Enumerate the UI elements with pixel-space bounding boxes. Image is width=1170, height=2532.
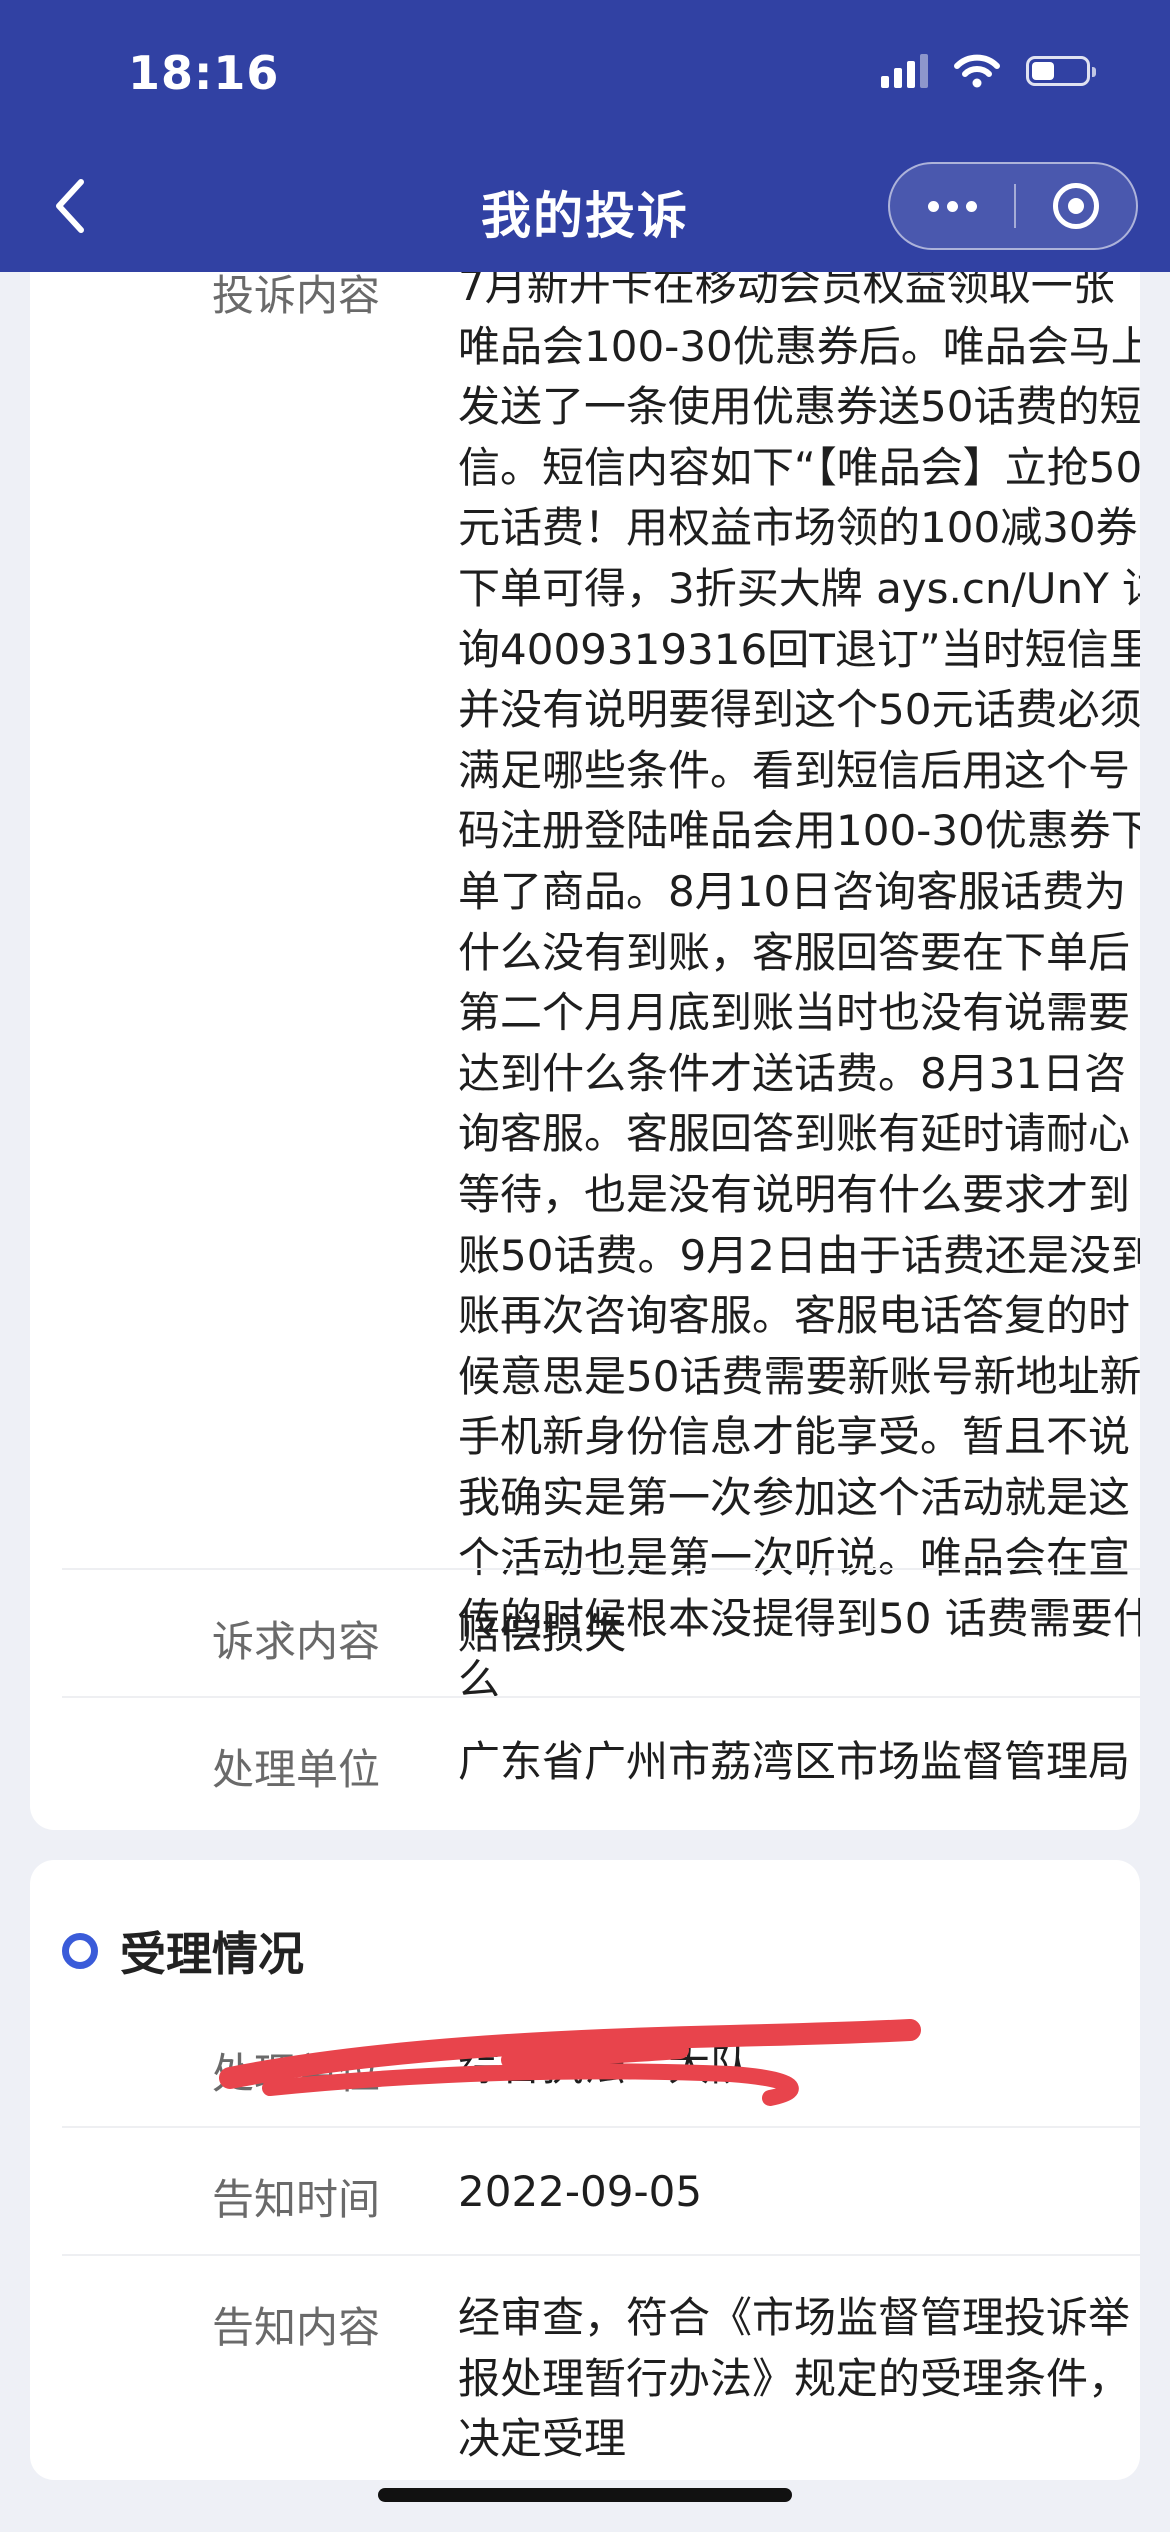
signal-icon	[881, 54, 928, 88]
more-button[interactable]	[890, 164, 1014, 248]
handling-unit-row: 处理单位 广东省广州市荔湾区市场监督管理局	[62, 1696, 1140, 1830]
text-line: 达到什么条件才送话费。8月31日咨	[458, 1048, 1127, 1098]
handling-unit-label: 处理单位	[212, 1745, 381, 1794]
miniprogram-capsule	[888, 162, 1138, 250]
complaint-detail-card: 投诉内容 7月新开卡在移动会员权益领取一张 唯品会100-30优惠券后。唯品会马上…	[30, 200, 1140, 1830]
acceptance-section-header: 受理情况	[62, 1918, 304, 1984]
notify-time-label: 告知时间	[212, 2175, 381, 2224]
text-line: 单了商品。8月10日咨询客服话费为	[458, 866, 1127, 916]
text-line: 我确实是第一次参加这个活动就是这	[458, 1472, 1131, 1522]
text-line: 账再次咨询客服。客服电话答复的时	[458, 1291, 1131, 1341]
text-line: 唯品会100-30优惠券后。唯品会马上	[458, 321, 1140, 371]
complaint-content-text: 7月新开卡在移动会员权益领取一张 唯品会100-30优惠券后。唯品会马上 发送了一条…	[458, 256, 1140, 1710]
text-line: 第二个月月底到账当时也没有说需要	[458, 988, 1131, 1038]
wifi-icon	[954, 54, 1000, 88]
notify-time-row: 告知时间 2022-09-05	[62, 2126, 1140, 2254]
text-line: 什么没有到账，客服回答要在下单后	[458, 927, 1131, 977]
acceptance-unit-value: 综合执法二大队	[458, 2041, 753, 2090]
appeal-label: 诉求内容	[212, 1617, 381, 1666]
acceptance-section-title: 受理情况	[120, 1927, 304, 1981]
text-line: 下单可得，3折买大牌 ays.cn/UnY 详	[458, 563, 1140, 613]
battery-icon	[1026, 56, 1096, 86]
text-line: 询4009319316回T退订”当时短信里	[458, 624, 1140, 674]
acceptance-unit-label: 处理单位	[212, 2049, 381, 2098]
text-line: 并没有说明要得到这个50元话费必须	[458, 685, 1140, 735]
section-dot-icon	[62, 1933, 98, 1969]
status-icons	[881, 54, 1096, 88]
target-icon	[1053, 183, 1099, 229]
text-line: 信。短信内容如下“【唯品会】立抢50	[458, 442, 1140, 492]
text-line: 经审查，符合《市场监督管理投诉举	[458, 2293, 1131, 2342]
app-header: 18:16 我的投诉	[0, 0, 1170, 272]
notify-time-value: 2022-09-05	[458, 2167, 703, 2216]
text-line: 元话费！用权益市场领的100减30券	[458, 503, 1138, 553]
appeal-row: 诉求内容 赔偿损失	[62, 1568, 1140, 1696]
text-line: 询客服。客服回答到账有延时请耐心	[458, 1109, 1131, 1159]
notify-content-row: 告知内容 经审查，符合《市场监督管理投诉举 报处理暂行办法》规定的受理条件， 决定受…	[62, 2254, 1140, 2480]
text-line: 发送了一条使用优惠券送50话费的短	[458, 382, 1140, 432]
acceptance-card: 受理情况 处理单位 综合执法二大队 告知时间 2022-09-05 告知内容 经…	[30, 1860, 1140, 2480]
home-indicator	[378, 2488, 792, 2502]
text-line: 决定受理	[458, 2414, 627, 2464]
appeal-value: 赔偿损失	[458, 1609, 627, 1658]
text-line: 手机新身份信息才能享受。暂且不说	[458, 1412, 1131, 1462]
notify-content-label: 告知内容	[212, 2303, 381, 2352]
status-time: 18:16	[128, 46, 280, 100]
text-line: 报处理暂行办法》规定的受理条件，	[458, 2353, 1131, 2403]
text-line: 等待，也是没有说明有什么要求才到	[458, 1169, 1131, 1219]
text-line: 满足哪些条件。看到短信后用这个号	[458, 745, 1131, 795]
text-line: 候意思是50话费需要新账号新地址新	[458, 1351, 1140, 1401]
text-line: 账50话费。9月2日由于话费还是没到	[458, 1230, 1140, 1280]
text-line: 码注册登陆唯品会用100-30优惠券下	[458, 806, 1140, 856]
acceptance-unit-row: 处理单位 综合执法二大队	[62, 2000, 1140, 2126]
close-miniprogram-button[interactable]	[1016, 164, 1136, 248]
notify-content-text: 经审查，符合《市场监督管理投诉举 报处理暂行办法》规定的受理条件， 决定受理	[458, 2288, 1140, 2470]
handling-unit-value: 广东省广州市荔湾区市场监督管理局	[458, 1737, 1131, 1786]
complaint-content-row: 投诉内容 7月新开卡在移动会员权益领取一张 唯品会100-30优惠券后。唯品会马上…	[62, 200, 1140, 1704]
